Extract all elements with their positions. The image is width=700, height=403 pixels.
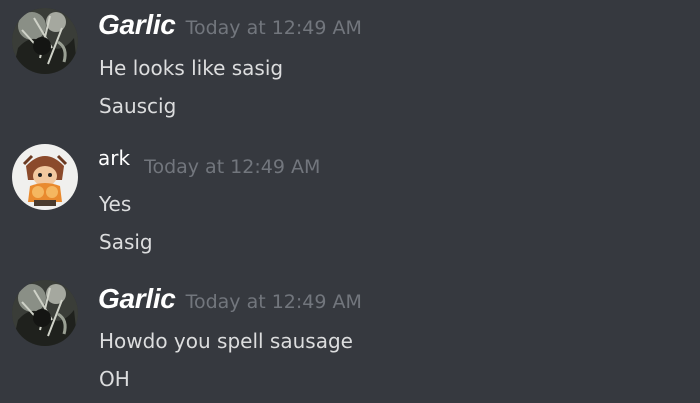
message-text: Yes — [99, 192, 132, 216]
message-header: Garlic Today at 12:49 AM — [98, 283, 362, 315]
dark-foliage-avatar-icon — [12, 8, 78, 74]
dark-foliage-avatar-icon — [12, 280, 78, 346]
message-text: Howdo you spell sausage — [99, 329, 353, 353]
username[interactable]: Garlic — [98, 9, 176, 40]
message-text: OH — [99, 367, 130, 391]
message-text: Sauscig — [99, 94, 177, 118]
message-text: He looks like sasig — [99, 56, 284, 80]
username[interactable]: ark — [98, 146, 130, 170]
timestamp: Today at 12:49 AM — [144, 156, 321, 178]
message-header: Garlic Today at 12:49 AM — [98, 9, 362, 41]
timestamp: Today at 12:49 AM — [185, 17, 362, 39]
message-header: ark Today at 12:49 AM — [98, 146, 320, 178]
username[interactable]: Garlic — [98, 283, 176, 314]
timestamp: Today at 12:49 AM — [185, 291, 362, 313]
message-text: Sasig — [99, 230, 153, 254]
avatar[interactable] — [12, 144, 78, 210]
chat-message-list: Garlic Today at 12:49 AM He looks like sa… — [0, 0, 700, 403]
avatar[interactable] — [12, 280, 78, 346]
avatar[interactable] — [12, 8, 78, 74]
cartoon-character-avatar-icon — [12, 144, 78, 210]
